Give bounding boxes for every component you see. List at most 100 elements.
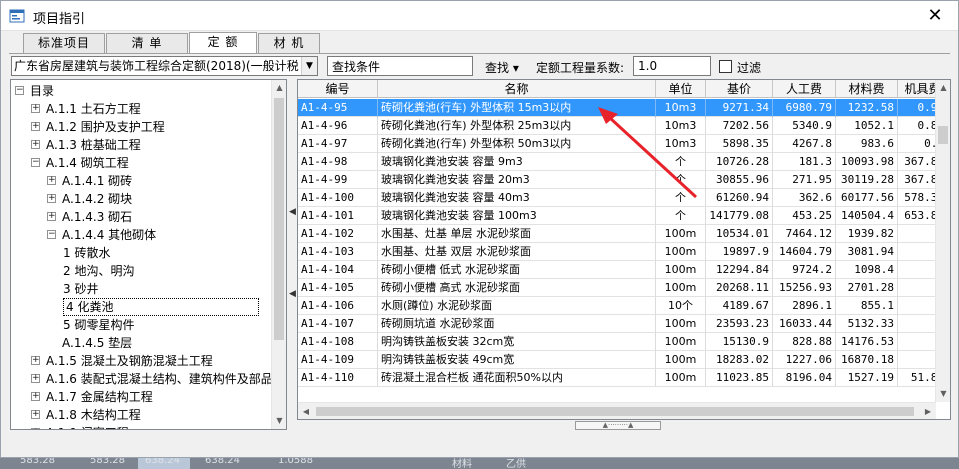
column-header[interactable]: 机具费 xyxy=(898,80,936,98)
tree-node[interactable]: + A.1.7 金属结构工程 xyxy=(11,388,273,406)
tree-node[interactable]: A.1.4.5 垫层 xyxy=(11,334,273,352)
quota-library-select[interactable]: 广东省房屋建筑与装饰工程综合定额(2018)(一般计税法) ▼ xyxy=(11,56,318,76)
table-row[interactable]: A1-4-110 砖混凝土混合栏板 通花面积50%以内 100m 11023.85 81… xyxy=(298,369,936,387)
table-row[interactable]: A1-4-98 玻璃钢化粪池安装 容量 9m3 个 10726.28 181.3 1009… xyxy=(298,153,936,171)
table-row[interactable]: A1-4-103 水围基、灶基 双层 水泥砂浆面 100m 19897.9 14604.… xyxy=(298,243,936,261)
expand-icon[interactable]: + xyxy=(31,374,40,383)
tree-node[interactable]: 5 砌零星构件 xyxy=(11,316,273,334)
expand-icon[interactable]: + xyxy=(31,410,40,419)
expand-icon[interactable]: + xyxy=(47,194,56,203)
table-row[interactable]: A1-4-105 砖砌小便槽 高式 水泥砂浆面 100m 20268.11 15256.… xyxy=(298,279,936,297)
table-cell-material: 60177.56 xyxy=(836,189,898,207)
expand-icon[interactable]: + xyxy=(31,104,40,113)
tree-node[interactable]: + A.1.1 土石方工程 xyxy=(11,100,273,118)
coefficient-input[interactable] xyxy=(633,56,711,76)
column-header[interactable]: 编号 xyxy=(298,80,378,98)
column-header[interactable]: 人工费 xyxy=(773,80,836,98)
grid-vertical-thumb[interactable] xyxy=(938,126,948,144)
table-row[interactable]: A1-4-107 砖砌厕坑道 水泥砂浆面 100m 23593.23 16033.44 5… xyxy=(298,315,936,333)
chapter-tree: − 目录 + A.1.1 土石方工程 + A.1.2 围护及支护工程 + A.1.3 桩基础工… xyxy=(10,79,287,430)
tree-node[interactable]: − A.1.4.4 其他砌体 xyxy=(11,226,273,244)
tree-node[interactable]: 2 地沟、明沟 xyxy=(11,262,273,280)
collapse-icon[interactable]: − xyxy=(47,230,56,239)
tree-scrollbar[interactable]: ▲ ▼ xyxy=(271,80,286,429)
tree-node[interactable]: + A.1.4.2 砌块 xyxy=(11,190,273,208)
grid-vertical-scrollbar[interactable]: ▲ ▼ xyxy=(935,80,950,402)
tree-node[interactable]: 4 化粪池 xyxy=(11,298,273,316)
tab-quota[interactable]: 定 额 xyxy=(189,32,257,54)
background-value: 乙供 xyxy=(506,459,526,469)
table-row[interactable]: A1-4-95 砖砌化粪池(行车) 外型体积 15m3以内 10m3 9271.34 6… xyxy=(298,99,936,117)
tree-node-label: A.1.4.1 砌砖 xyxy=(62,174,133,188)
table-row[interactable]: A1-4-96 砖砌化粪池(行车) 外型体积 25m3以内 10m3 7202.56 5… xyxy=(298,117,936,135)
tree-node[interactable]: 1 砖散水 xyxy=(11,244,273,262)
tab-bill[interactable]: 清 单 xyxy=(106,33,188,53)
table-row[interactable]: A1-4-102 水围基、灶基 单层 水泥砂浆面 100m 10534.01 7464.… xyxy=(298,225,936,243)
tree-node[interactable]: − 目录 xyxy=(11,82,273,100)
table-cell-base: 11023.85 xyxy=(706,369,773,387)
tree-node[interactable]: + A.1.3 桩基础工程 xyxy=(11,136,273,154)
tree-node[interactable]: + A.1.8 木结构工程 xyxy=(11,406,273,424)
close-button[interactable]: ✕ xyxy=(918,3,952,29)
collapse-icon[interactable]: − xyxy=(15,86,24,95)
tree-node[interactable]: + A.1.4.3 砌石 xyxy=(11,208,273,226)
column-header[interactable]: 材料费 xyxy=(836,80,898,98)
grid-horizontal-thumb[interactable] xyxy=(316,407,914,416)
column-header[interactable]: 名称 xyxy=(378,80,656,98)
table-cell-labor: 7464.12 xyxy=(773,225,836,243)
table-row[interactable]: A1-4-100 玻璃钢化粪池安装 容量 40m3 个 61260.94 362.6 60… xyxy=(298,189,936,207)
table-cell-machine xyxy=(898,243,936,261)
table-cell-material: 1939.82 xyxy=(836,225,898,243)
table-cell-name: 砖砌小便槽 低式 水泥砂浆面 xyxy=(378,261,656,279)
tree-scroll-thumb[interactable] xyxy=(274,98,284,340)
expand-icon[interactable]: + xyxy=(31,140,40,149)
scroll-down-icon[interactable]: ▼ xyxy=(936,386,950,402)
tree-node[interactable]: + A.1.4.1 砌砖 xyxy=(11,172,273,190)
collapse-left-icon-2[interactable]: ◀ xyxy=(289,289,296,299)
collapse-left-icon[interactable]: ◀ xyxy=(289,207,296,217)
search-button[interactable]: 查找 ▾ xyxy=(485,59,519,76)
search-input[interactable] xyxy=(327,56,473,76)
scroll-up-icon[interactable]: ▲ xyxy=(936,80,950,96)
tree-node-label: 1 砖散水 xyxy=(63,246,111,260)
collapse-icon[interactable]: − xyxy=(31,158,40,167)
column-header[interactable]: 单位 xyxy=(656,80,706,98)
table-row[interactable]: A1-4-99 玻璃钢化粪池安装 容量 20m3 个 30855.96 271.95 30… xyxy=(298,171,936,189)
tab-materials-machines[interactable]: 材 机 xyxy=(258,33,320,53)
table-row[interactable]: A1-4-106 水厕(蹲位) 水泥砂浆面 10个 4189.67 2896.1 855.… xyxy=(298,297,936,315)
tree-node-label: A.1.7 金属结构工程 xyxy=(46,390,153,404)
bottom-collapse-grip[interactable]: ▲·········▲ xyxy=(575,421,661,430)
scroll-down-icon[interactable]: ▼ xyxy=(272,413,286,429)
expand-icon[interactable]: + xyxy=(31,122,40,131)
tree-node[interactable]: + A.1.6 装配式混凝土结构、建筑构件及部品 xyxy=(11,370,273,388)
table-cell-unit: 100m xyxy=(656,243,706,261)
grid-horizontal-scrollbar[interactable]: ◀ ▶ xyxy=(298,402,936,419)
tab-standard-items[interactable]: 标准项目 xyxy=(23,33,105,53)
table-row[interactable]: A1-4-104 砖砌小便槽 低式 水泥砂浆面 100m 12294.84 9724.2… xyxy=(298,261,936,279)
column-header[interactable]: 基价 xyxy=(706,80,773,98)
panel-splitter[interactable]: ◀ ◀ xyxy=(288,79,297,430)
tree-node[interactable]: 3 砂井 xyxy=(11,280,273,298)
expand-icon[interactable]: + xyxy=(31,428,40,429)
table-row[interactable]: A1-4-109 明沟铸铁盖板安装 49cm宽 100m 18283.02 1227.0… xyxy=(298,351,936,369)
scroll-right-icon[interactable]: ▶ xyxy=(920,403,936,419)
tree-node[interactable]: + A.1.2 围护及支护工程 xyxy=(11,118,273,136)
expand-icon[interactable]: + xyxy=(47,176,56,185)
table-row[interactable]: A1-4-108 明沟铸铁盖板安装 32cm宽 100m 15130.9 828.88 1… xyxy=(298,333,936,351)
expand-icon[interactable]: + xyxy=(31,356,40,365)
table-cell-name: 砖砌化粪池(行车) 外型体积 15m3以内 xyxy=(378,99,656,117)
table-cell-material: 30119.28 xyxy=(836,171,898,189)
filter-checkbox[interactable] xyxy=(719,60,732,73)
expand-icon[interactable]: + xyxy=(31,392,40,401)
scroll-left-icon[interactable]: ◀ xyxy=(298,403,314,419)
tree-node-label: A.1.1 土石方工程 xyxy=(46,102,141,116)
tree-node[interactable]: + A.1.9 门窗工程 xyxy=(11,424,273,429)
tree-node[interactable]: − A.1.4 砌筑工程 xyxy=(11,154,273,172)
tree-node[interactable]: + A.1.5 混凝土及钢筋混凝土工程 xyxy=(11,352,273,370)
scroll-up-icon[interactable]: ▲ xyxy=(272,80,286,96)
table-row[interactable]: A1-4-97 砖砌化粪池(行车) 外型体积 50m3以内 10m3 5898.35 4… xyxy=(298,135,936,153)
table-cell-code: A1-4-97 xyxy=(298,135,378,153)
expand-icon[interactable]: + xyxy=(47,212,56,221)
chevron-down-icon[interactable]: ▼ xyxy=(301,57,317,75)
table-row[interactable]: A1-4-101 玻璃钢化粪池安装 容量 100m3 个 141779.08 453.2… xyxy=(298,207,936,225)
